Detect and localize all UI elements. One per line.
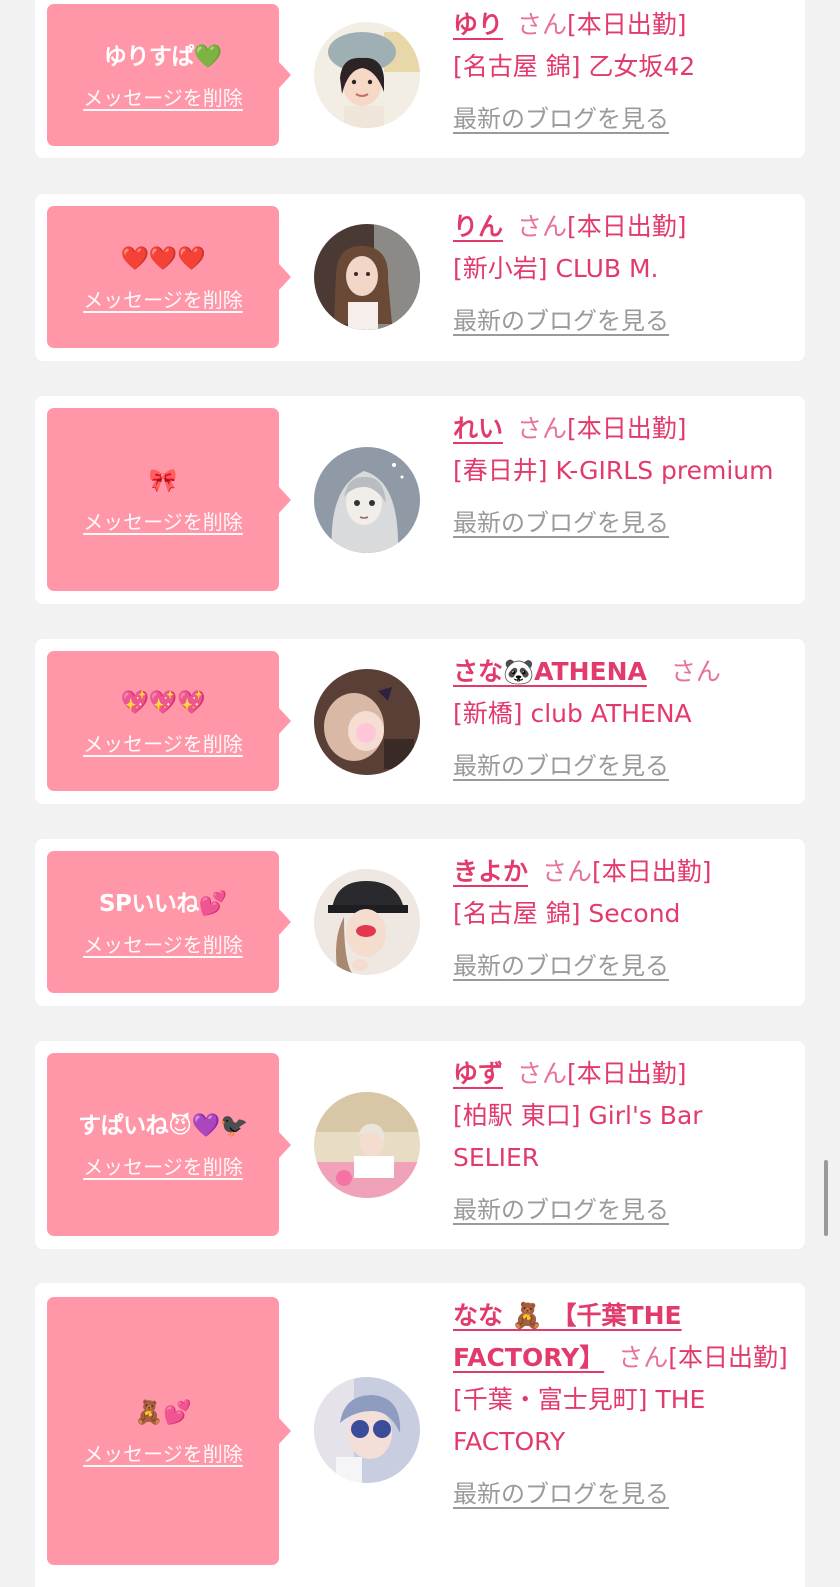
- name-line: さな🐼ATHENA さん: [453, 651, 793, 693]
- latest-blog-link[interactable]: 最新のブログを見る: [453, 98, 669, 140]
- scrollbar-thumb[interactable]: [824, 1160, 828, 1236]
- shop-name: [柏駅 東口] Girl's Bar SELIER: [453, 1101, 703, 1172]
- cast-info: れい さん[本日出勤] [春日井] K-GIRLS premium 最新のブログを…: [453, 408, 793, 544]
- delete-message-button[interactable]: メッセージを削除: [83, 506, 243, 535]
- san-label: さん: [670, 657, 721, 686]
- message-text: 🧸💕: [134, 1399, 192, 1426]
- attendance-status: [本日出勤]: [567, 414, 687, 443]
- delete-message-button[interactable]: メッセージを削除: [83, 929, 243, 958]
- cast-info: ゆず さん[本日出勤] [柏駅 東口] Girl's Bar SELIER 最新の…: [453, 1053, 793, 1231]
- cast-name-link[interactable]: れい: [453, 414, 503, 443]
- cast-name-link[interactable]: ゆり: [453, 10, 503, 39]
- cast-name-link[interactable]: さな🐼ATHENA: [453, 657, 647, 686]
- attendance-status: [本日出勤]: [592, 857, 712, 886]
- name-line: りん さん[本日出勤]: [453, 206, 793, 248]
- message-list-page: ゆりすぱ💚 メッセージを削除 ゆり さん[本日出勤] [名古屋 錦] 乙女坂42 …: [0, 0, 840, 1587]
- cast-name-link[interactable]: ゆず: [453, 1059, 503, 1088]
- latest-blog-link[interactable]: 最新のブログを見る: [453, 945, 669, 987]
- message-text: 💖💖💖: [120, 689, 206, 716]
- message-card: ❤️❤️❤️ メッセージを削除 りん さん[本日出勤] [新小岩] CLUB M.…: [35, 194, 805, 361]
- delete-message-button[interactable]: メッセージを削除: [83, 82, 243, 111]
- latest-blog-link[interactable]: 最新のブログを見る: [453, 1473, 669, 1515]
- attendance-status: [本日出勤]: [567, 1059, 687, 1088]
- message-card: 🎀 メッセージを削除 れい さん[本日出勤] [春日井] K-GIRLS prem…: [35, 396, 805, 604]
- cast-info: きよか さん[本日出勤] [名古屋 錦] Second 最新のブログを見る: [453, 851, 793, 987]
- latest-blog-link[interactable]: 最新のブログを見る: [453, 300, 669, 342]
- delete-message-button[interactable]: メッセージを削除: [83, 728, 243, 757]
- message-card: SPいいね💕 メッセージを削除 きよか さん[本日出勤] [名古屋 錦] Seco…: [35, 839, 805, 1006]
- shop-name: [名古屋 錦] 乙女坂42: [453, 52, 696, 81]
- cast-name-link[interactable]: きよか: [453, 857, 528, 886]
- san-label: さん: [618, 1343, 669, 1372]
- cast-info: さな🐼ATHENA さん [新橋] club ATHENA 最新のブログを見る: [453, 651, 793, 787]
- san-label: さん: [517, 1059, 568, 1088]
- shop-name: [千葉・富士見町] THE FACTORY: [453, 1385, 706, 1456]
- message-card: ゆりすぱ💚 メッセージを削除 ゆり さん[本日出勤] [名古屋 錦] 乙女坂42 …: [35, 0, 805, 158]
- avatar[interactable]: [314, 22, 420, 128]
- cast-info: なな 🧸 【千葉THE FACTORY】 さん[本日出勤] [千葉・富士見町] T…: [453, 1295, 798, 1515]
- attendance-status: [本日出勤]: [668, 1343, 788, 1372]
- message-card: 💖💖💖 メッセージを削除 さな🐼ATHENA さん [新橋] club ATHEN…: [35, 639, 805, 804]
- delete-message-button[interactable]: メッセージを削除: [83, 1151, 243, 1180]
- latest-blog-link[interactable]: 最新のブログを見る: [453, 502, 669, 544]
- cast-info: ゆり さん[本日出勤] [名古屋 錦] 乙女坂42 最新のブログを見る: [453, 4, 793, 140]
- san-label: さん: [542, 857, 593, 886]
- name-line: きよか さん[本日出勤]: [453, 851, 793, 893]
- message-text: ゆりすぱ💚: [103, 43, 223, 70]
- message-bubble: ❤️❤️❤️ メッセージを削除: [47, 206, 291, 348]
- message-card: 🧸💕 メッセージを削除 なな 🧸 【千葉THE FACTORY】 さん[本日出勤]…: [35, 1283, 805, 1587]
- message-text: すぱいね😈💜🐦‍⬛: [78, 1113, 248, 1139]
- name-line: ゆず さん[本日出勤]: [453, 1053, 793, 1095]
- message-bubble: すぱいね😈💜🐦‍⬛ メッセージを削除: [47, 1053, 291, 1236]
- name-line: れい さん[本日出勤]: [453, 408, 793, 450]
- message-text: 🎀: [148, 468, 178, 494]
- avatar[interactable]: [314, 1377, 420, 1483]
- message-bubble: SPいいね💕 メッセージを削除: [47, 851, 291, 993]
- shop-name: [名古屋 錦] Second: [453, 899, 681, 928]
- attendance-status: [本日出勤]: [567, 212, 687, 241]
- avatar[interactable]: [314, 869, 420, 975]
- delete-message-button[interactable]: メッセージを削除: [83, 284, 243, 313]
- shop-name: [春日井] K-GIRLS premium: [453, 456, 774, 485]
- cast-name-link[interactable]: りん: [453, 212, 503, 241]
- message-text: SPいいね💕: [98, 890, 228, 917]
- san-label: さん: [517, 212, 568, 241]
- name-line: なな 🧸 【千葉THE FACTORY】 さん[本日出勤]: [453, 1295, 798, 1379]
- shop-name: [新小岩] CLUB M.: [453, 254, 659, 283]
- san-label: さん: [517, 414, 568, 443]
- avatar[interactable]: [314, 1092, 420, 1198]
- message-bubble: ゆりすぱ💚 メッセージを削除: [47, 4, 291, 146]
- latest-blog-link[interactable]: 最新のブログを見る: [453, 1189, 669, 1231]
- message-bubble: 🎀 メッセージを削除: [47, 408, 291, 591]
- shop-name: [新橋] club ATHENA: [453, 699, 692, 728]
- message-bubble: 💖💖💖 メッセージを削除: [47, 651, 291, 791]
- message-bubble: 🧸💕 メッセージを削除: [47, 1297, 291, 1565]
- avatar[interactable]: [314, 669, 420, 775]
- avatar[interactable]: [314, 447, 420, 553]
- delete-message-button[interactable]: メッセージを削除: [83, 1438, 243, 1467]
- message-card: すぱいね😈💜🐦‍⬛ メッセージを削除 ゆず さん[本日出勤] [柏駅 東口] Gi…: [35, 1041, 805, 1249]
- name-line: ゆり さん[本日出勤]: [453, 4, 793, 46]
- avatar[interactable]: [314, 224, 420, 330]
- message-text: ❤️❤️❤️: [120, 245, 206, 272]
- attendance-status: [本日出勤]: [567, 10, 687, 39]
- san-label: さん: [517, 10, 568, 39]
- cast-info: りん さん[本日出勤] [新小岩] CLUB M. 最新のブログを見る: [453, 206, 793, 342]
- latest-blog-link[interactable]: 最新のブログを見る: [453, 745, 669, 787]
